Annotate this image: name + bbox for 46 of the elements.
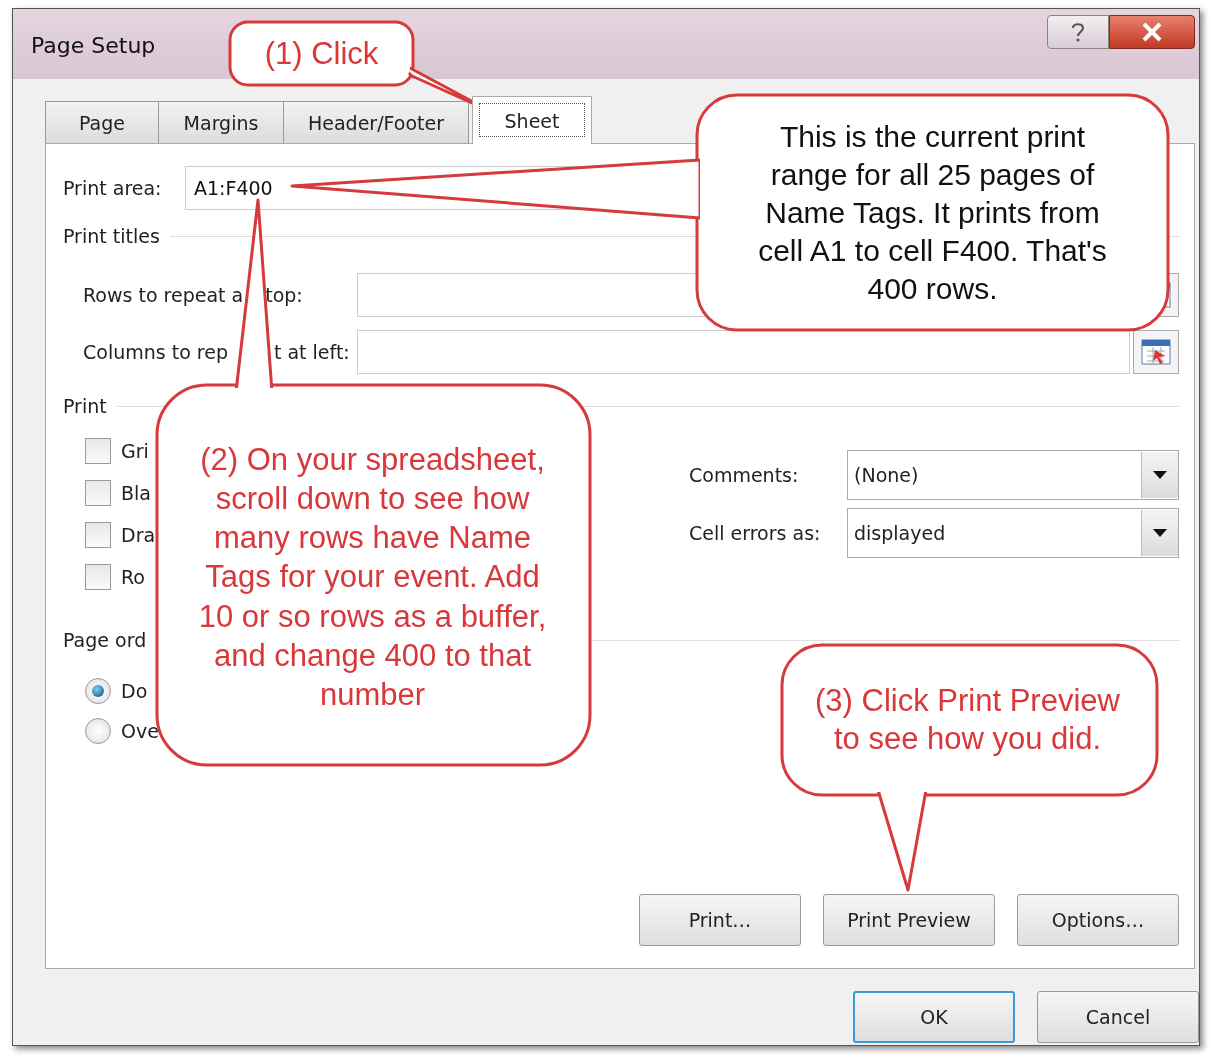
callout-text: (1) Click: [264, 34, 379, 73]
checkbox-label: Bla: [121, 482, 151, 504]
checkbox-label: Ro: [121, 566, 145, 588]
checkbox[interactable]: [85, 564, 111, 590]
radio-button[interactable]: [85, 718, 111, 744]
radio-label: Do: [121, 680, 148, 702]
group-heading: Page ord: [63, 629, 147, 651]
tab[interactable]: Margins: [158, 101, 284, 143]
field-label: Print area:: [63, 177, 163, 199]
callout-text: (3) Click Print Preview to see how you did.: [814, 682, 1121, 758]
window-title: Page Setup: [31, 33, 156, 58]
dropdown-arrow-icon: [1153, 529, 1167, 537]
dropdown-label: Cell errors as:: [689, 522, 822, 544]
checkbox[interactable]: [85, 438, 111, 464]
dropdown[interactable]: displayed: [847, 508, 1179, 558]
tab[interactable]: Sheet: [472, 96, 592, 144]
callout-text: (2) On your spreadsheet, scroll down to see how many rows have Name Tags for your event. Add 10 or so rows as a buffer, and change 400 to that number: [197, 441, 548, 714]
field-label: Columns to rep: [83, 341, 228, 363]
checkbox-label: Dra: [121, 524, 156, 546]
range-picker-button[interactable]: [1133, 330, 1179, 374]
dialog-button[interactable]: Print…: [639, 894, 801, 946]
radio-button[interactable]: [85, 678, 111, 704]
tab[interactable]: Page: [45, 101, 159, 143]
dropdown-label: Comments:: [689, 464, 800, 486]
callout-text: This is the current print range for all 25 pages of Name Tags. It prints from cell A1 to cell F400. That's 400 rows.: [757, 118, 1108, 308]
field-label: top:: [265, 284, 303, 306]
help-icon: [1069, 21, 1087, 43]
dialog-button[interactable]: Options…: [1017, 894, 1179, 946]
checkbox[interactable]: [85, 522, 111, 548]
dialog-button[interactable]: Cancel: [1037, 991, 1199, 1043]
radio-label: Ove: [121, 720, 159, 742]
range-field[interactable]: [356, 330, 1131, 374]
field-label: t at left:: [273, 341, 350, 363]
checkbox-label: Gri: [121, 440, 149, 462]
close-icon: [1140, 21, 1164, 43]
tab[interactable]: Header/Footer: [283, 101, 469, 143]
help-button[interactable]: [1047, 15, 1109, 49]
dialog-button[interactable]: Print Preview: [823, 894, 995, 946]
field-label: Rows to repeat a: [83, 284, 244, 306]
close-button[interactable]: [1109, 15, 1195, 49]
dialog-button[interactable]: OK: [853, 991, 1015, 1043]
dropdown-arrow-icon: [1153, 471, 1167, 479]
group-heading: Print: [63, 395, 107, 417]
dropdown[interactable]: (None): [847, 450, 1179, 500]
group-heading: Print titles: [63, 225, 160, 247]
checkbox[interactable]: [85, 480, 111, 506]
